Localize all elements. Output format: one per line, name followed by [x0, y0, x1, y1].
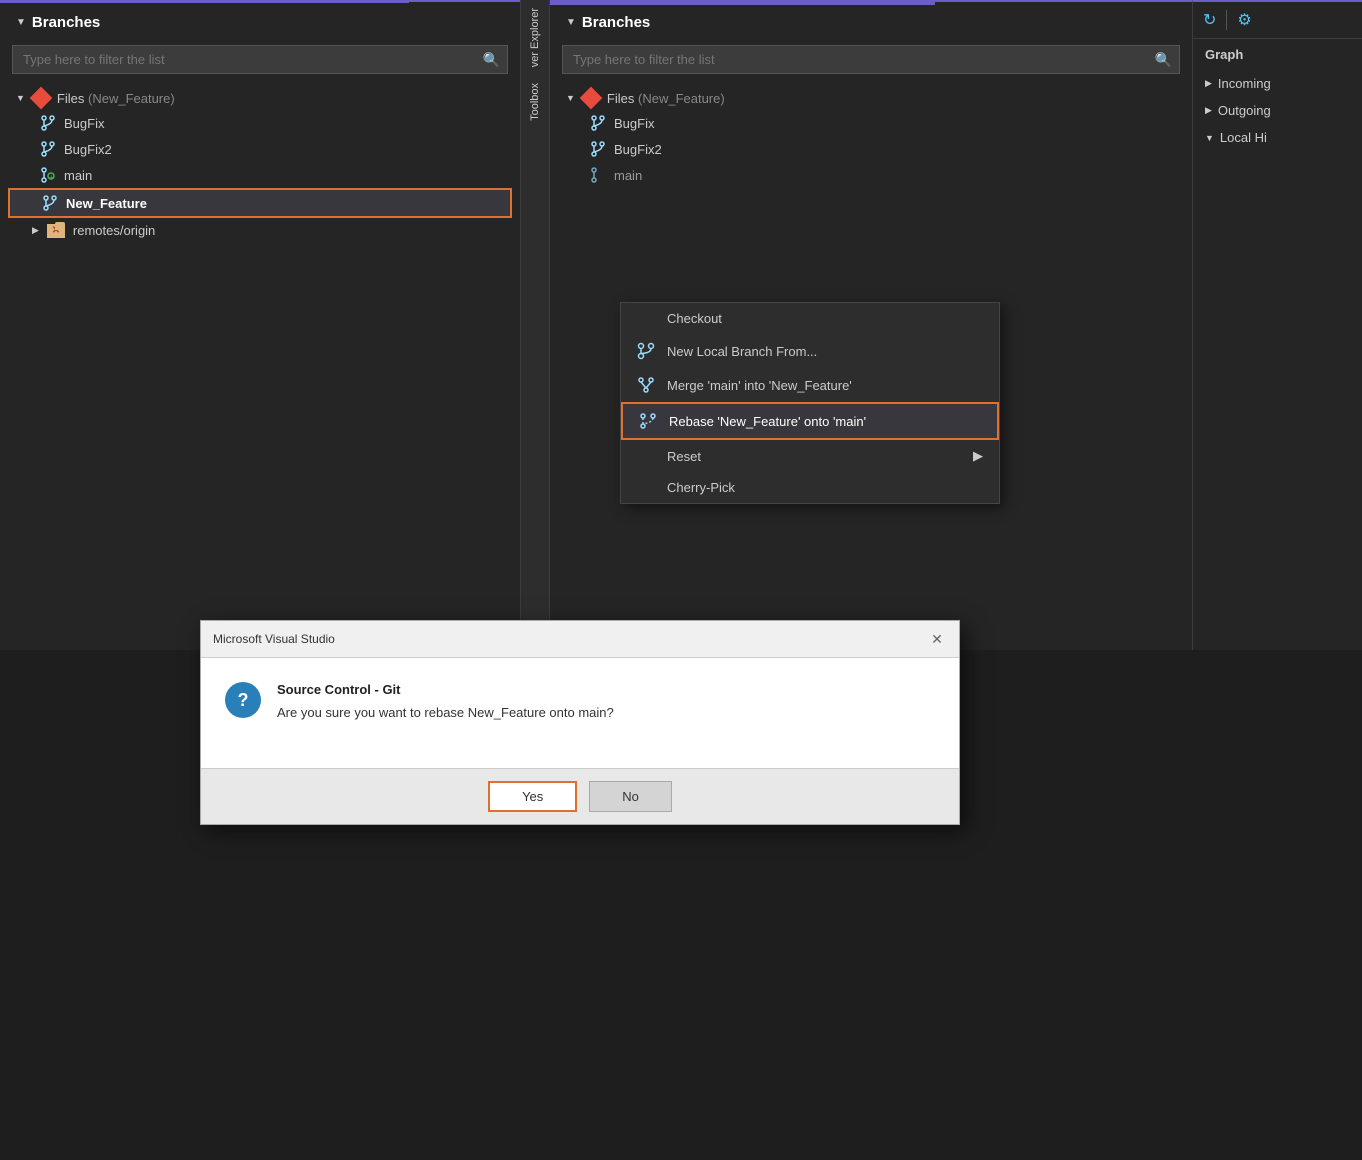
dialog-yes-button[interactable]: Yes [488, 781, 577, 812]
right-branch-bugfix2[interactable]: BugFix2 [558, 136, 1184, 162]
left-filter-input[interactable] [12, 45, 508, 74]
context-menu-rebase[interactable]: Rebase 'New_Feature' onto 'main' [621, 402, 999, 440]
left-diamond-icon [30, 87, 53, 110]
reset-arrow-icon: ▶ [973, 448, 983, 464]
dialog-subtitle: Source Control - Git [277, 682, 935, 697]
left-branch-main-label: main [64, 168, 92, 183]
right-filter-container: 🔍 [562, 45, 1180, 74]
dialog-content-row: ? Source Control - Git Are you sure you … [225, 682, 935, 720]
left-branch-bugfix[interactable]: BugFix [8, 110, 512, 136]
right-git-branch-icon [590, 115, 606, 131]
left-branch-bugfix2-label: BugFix2 [64, 142, 112, 157]
dialog-question-icon: ? [225, 682, 261, 718]
git-branch-icon-new-feature [42, 195, 58, 211]
right-files-label: Files [607, 91, 634, 106]
new-branch-icon [637, 342, 655, 360]
dialog-message: Are you sure you want to rebase New_Feat… [277, 705, 935, 720]
context-menu-checkout-label: Checkout [667, 311, 722, 326]
left-files-label: Files [57, 91, 84, 106]
refresh-icon[interactable]: ↻ [1201, 8, 1218, 32]
context-menu-merge[interactable]: Merge 'main' into 'New_Feature' [621, 368, 999, 402]
context-menu-cherry-pick[interactable]: Cherry-Pick [621, 472, 999, 503]
right-search-icon: 🔍 [1155, 51, 1172, 68]
outgoing-label: Outgoing [1218, 103, 1271, 118]
left-panel-title: Branches [0, 2, 520, 39]
tab-server-explorer[interactable]: ver Explorer [527, 0, 543, 75]
dialog-title: Microsoft Visual Studio [213, 632, 335, 646]
context-menu-reset[interactable]: Reset ▶ [621, 440, 999, 472]
right-files-section-header[interactable]: Files (New_Feature) [558, 86, 1184, 110]
right-branch-bugfix2-label: BugFix2 [614, 142, 662, 157]
left-files-context: (New_Feature) [88, 91, 175, 106]
right-branch-bugfix-label: BugFix [614, 116, 654, 131]
dialog-no-button[interactable]: No [589, 781, 672, 812]
left-search-icon: 🔍 [483, 51, 500, 68]
right-filter-input[interactable] [562, 45, 1180, 74]
left-files-section-header[interactable]: Files (New_Feature) [8, 86, 512, 110]
context-menu-rebase-label: Rebase 'New_Feature' onto 'main' [669, 414, 866, 429]
git-branch-icon-2 [40, 141, 56, 157]
left-branch-bugfix-label: BugFix [64, 116, 104, 131]
folder-with-x-icon: ✕ [47, 224, 65, 238]
left-branch-new-feature[interactable]: New_Feature [8, 188, 512, 218]
toolbar-separator [1226, 10, 1227, 30]
right-files-context: (New_Feature) [638, 91, 725, 106]
right-branch-bugfix[interactable]: BugFix [558, 110, 1184, 136]
merge-icon [637, 376, 655, 394]
dialog-titlebar: Microsoft Visual Studio ✕ [201, 621, 959, 658]
right-git-branch-icon-2 [590, 141, 606, 157]
right-branch-tree: Files (New_Feature) BugFix [550, 86, 1192, 188]
right-branch-main-label: main [614, 168, 642, 183]
context-menu-cherry-pick-label: Cherry-Pick [667, 480, 735, 495]
far-right-toolbar: ↻ ⚙ [1193, 2, 1362, 39]
left-filter-container: 🔍 [12, 45, 508, 74]
svg-text:+: + [49, 173, 54, 182]
local-history-section[interactable]: Local Hi [1193, 124, 1362, 151]
incoming-label: Incoming [1218, 76, 1271, 91]
context-menu-new-branch-label: New Local Branch From... [667, 344, 817, 359]
right-panel-title: Branches [550, 2, 1192, 39]
context-menu-reset-label: Reset [667, 449, 701, 464]
left-branch-tree: Files (New_Feature) BugFix [0, 86, 520, 243]
dialog-body: ? Source Control - Git Are you sure you … [201, 658, 959, 768]
context-menu-checkout[interactable]: Checkout [621, 303, 999, 334]
incoming-section[interactable]: Incoming [1193, 70, 1362, 97]
context-menu-new-branch[interactable]: New Local Branch From... [621, 334, 999, 368]
right-branches-panel: Branches 🔍 Files (New_Feature) [550, 0, 1192, 650]
dialog-footer: Yes No [201, 768, 959, 824]
far-right-panel: ↻ ⚙ Graph Incoming Outgoing Local Hi [1192, 0, 1362, 650]
dialog-box: Microsoft Visual Studio ✕ ? Source Contr… [200, 620, 960, 825]
left-branch-main[interactable]: + main [8, 162, 512, 188]
left-remotes-item[interactable]: ▶ ✕ remotes/origin [8, 218, 512, 243]
right-branch-main[interactable]: main [558, 162, 1184, 188]
rebase-icon [639, 412, 657, 430]
left-remotes-label: remotes/origin [73, 223, 155, 238]
graph-label: Graph [1193, 39, 1362, 70]
dialog-close-button[interactable]: ✕ [927, 629, 947, 649]
right-diamond-icon [580, 87, 603, 110]
settings-icon[interactable]: ⚙ [1235, 8, 1253, 32]
vertical-tab-bar: ver Explorer Toolbox [520, 0, 550, 650]
dialog-text-block: Source Control - Git Are you sure you wa… [277, 682, 935, 720]
outgoing-section[interactable]: Outgoing [1193, 97, 1362, 124]
git-branch-icon [40, 115, 56, 131]
local-history-label: Local Hi [1220, 130, 1267, 145]
right-git-branch-icon-main [590, 167, 606, 183]
context-menu: Checkout New Local Branch From... [620, 302, 1000, 504]
left-branch-bugfix2[interactable]: BugFix2 [8, 136, 512, 162]
context-menu-merge-label: Merge 'main' into 'New_Feature' [667, 378, 852, 393]
git-branch-icon-main: + [40, 167, 56, 183]
left-branches-panel: Branches 🔍 Files (New_Feature) [0, 0, 520, 650]
left-branch-new-feature-label: New_Feature [66, 196, 147, 211]
remotes-expand-icon: ▶ [32, 225, 39, 236]
tab-toolbox[interactable]: Toolbox [527, 75, 543, 129]
